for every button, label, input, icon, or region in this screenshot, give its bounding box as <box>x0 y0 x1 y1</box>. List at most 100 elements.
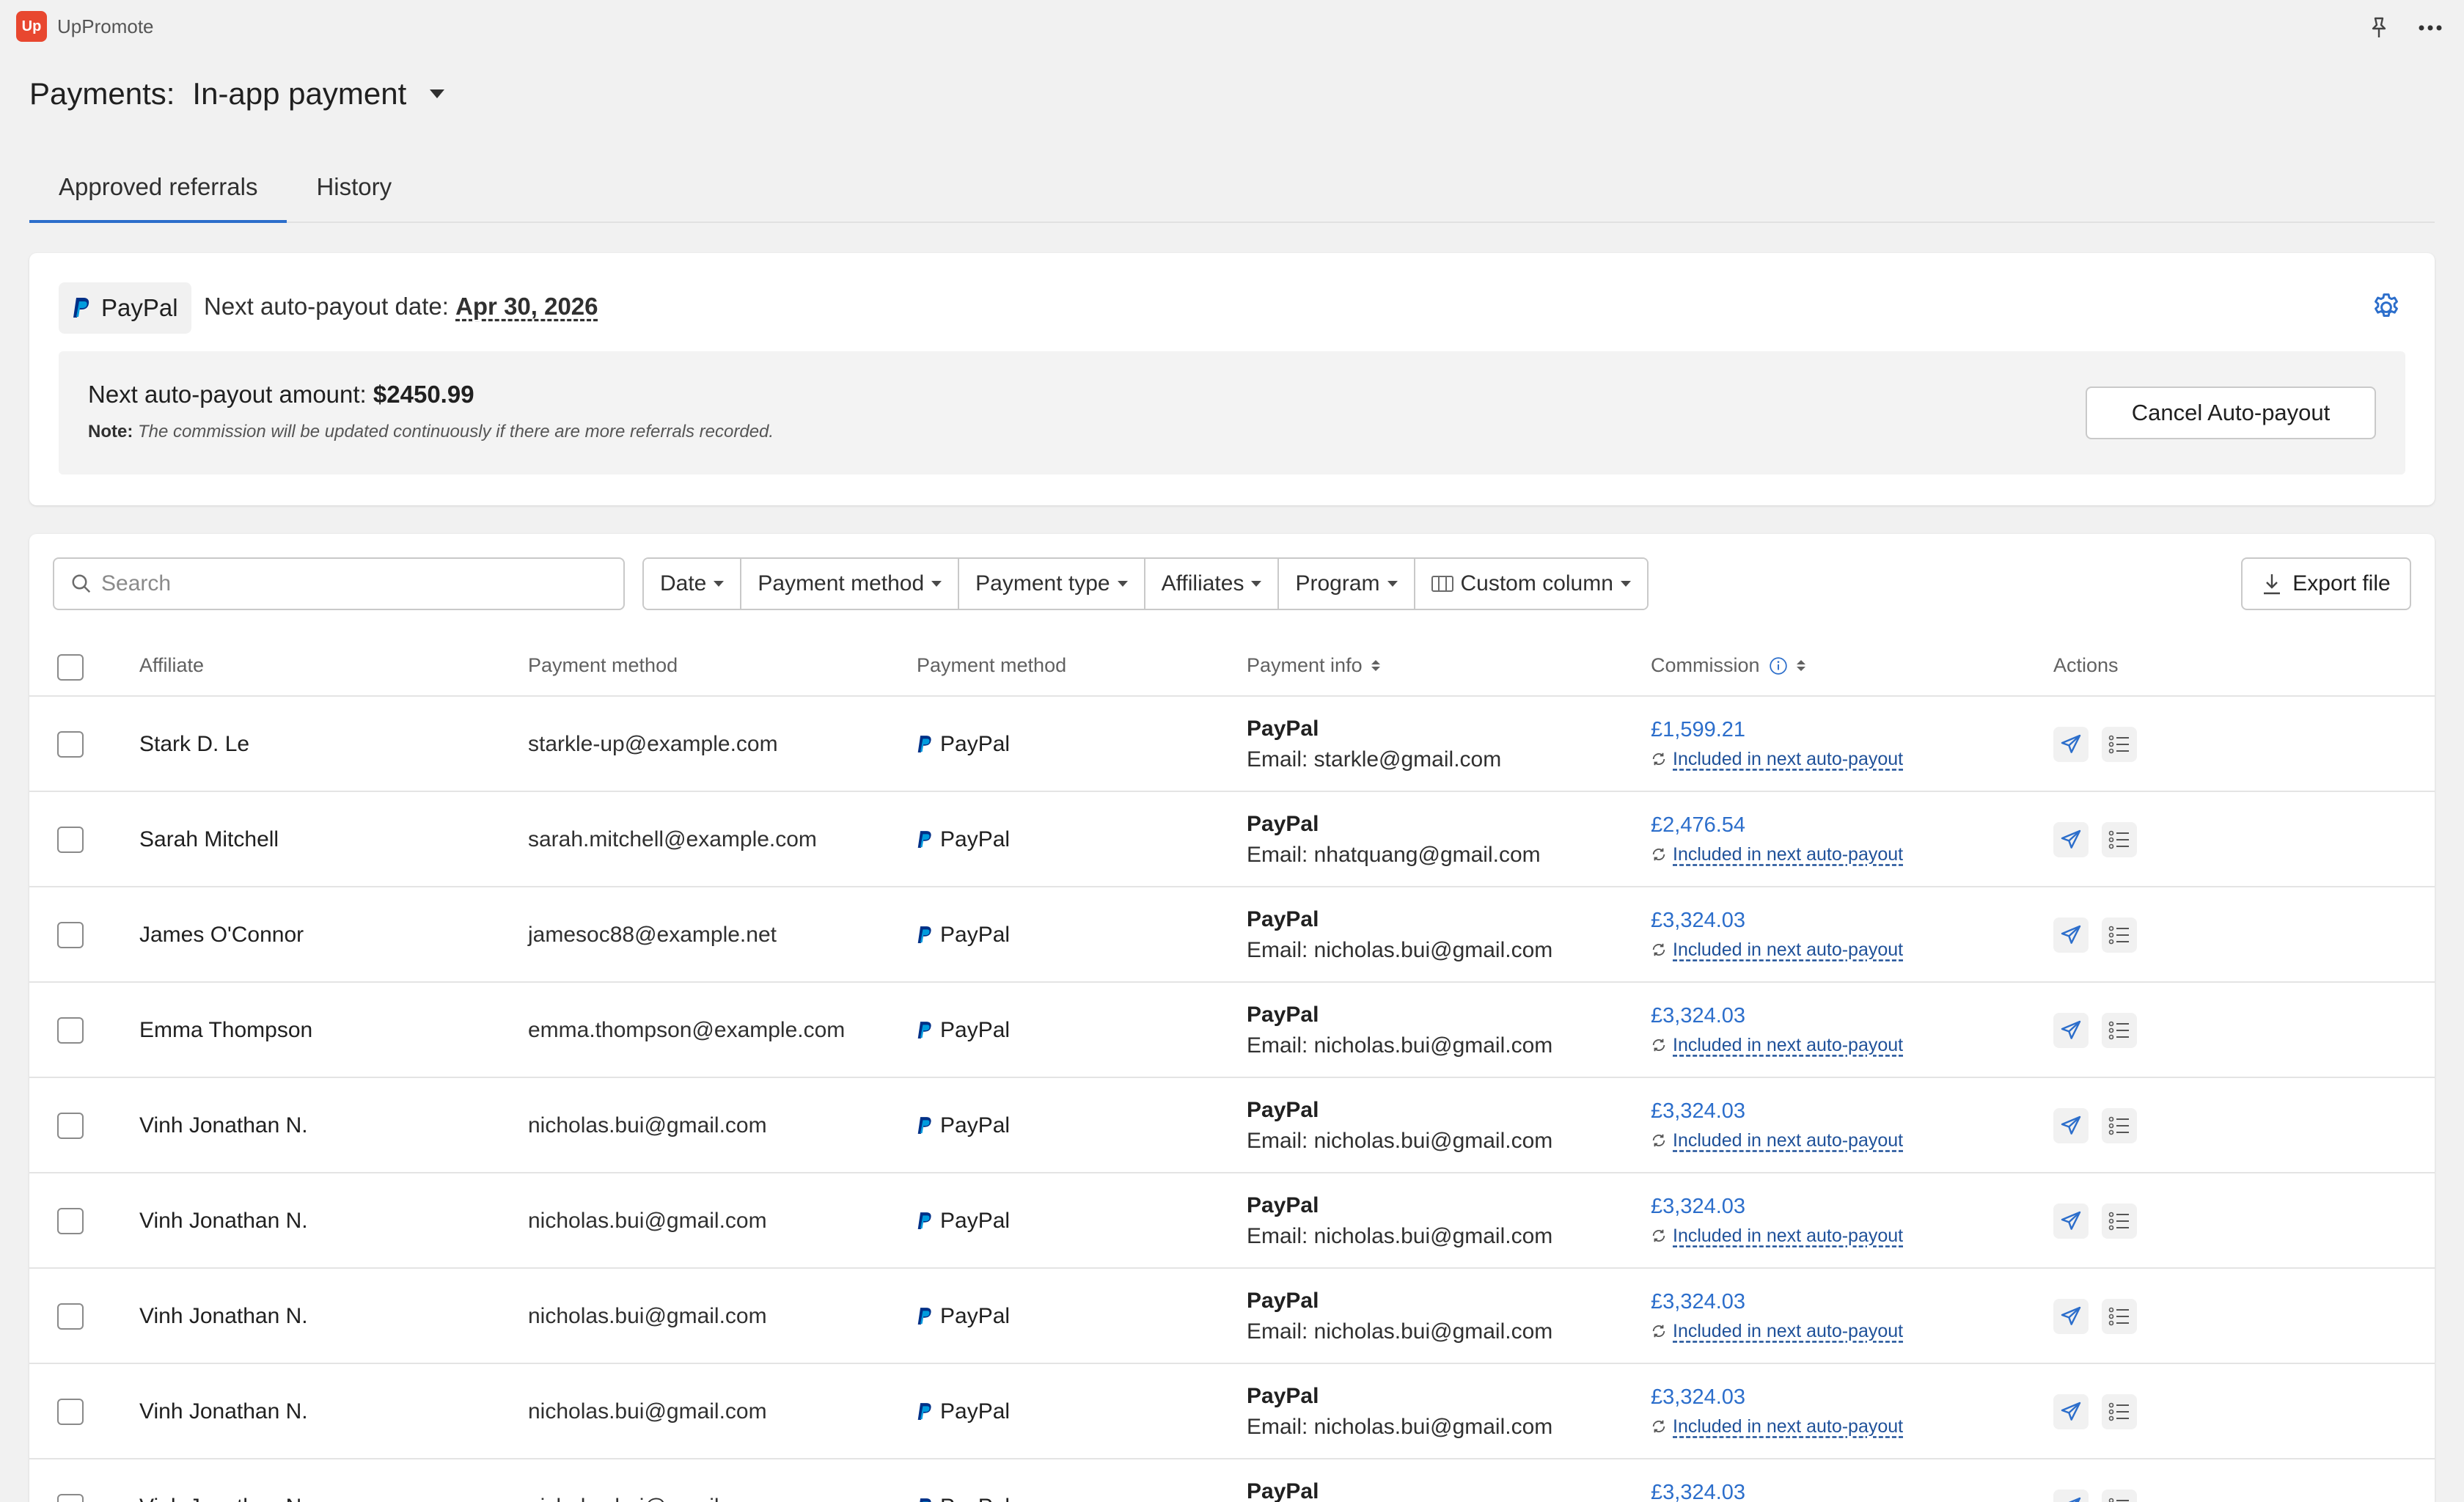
filter-payment-type[interactable]: Payment type <box>959 559 1145 609</box>
payment-info-title: PayPal <box>1247 907 1319 931</box>
payment-method-label: PayPal <box>940 1018 1011 1042</box>
commission-amount[interactable]: £3,324.03 <box>1651 906 1745 935</box>
view-details-button[interactable] <box>2102 727 2137 762</box>
gear-icon[interactable] <box>2370 291 2402 327</box>
pin-icon[interactable] <box>2364 13 2394 43</box>
commission-status[interactable]: Included in next auto-payout <box>1651 840 1903 869</box>
commission-status[interactable]: Included in next auto-payout <box>1651 1412 1903 1441</box>
filter-payment-method[interactable]: Payment method <box>741 559 960 609</box>
sort-icon[interactable] <box>1371 660 1380 671</box>
send-payment-button[interactable] <box>2053 1204 2089 1239</box>
view-details-button[interactable] <box>2102 1394 2137 1429</box>
commission-status[interactable]: Included in next auto-payout <box>1651 935 1903 964</box>
view-details-button[interactable] <box>2102 1490 2137 1502</box>
payment-type-selector[interactable]: In-app payment <box>192 76 406 111</box>
send-payment-button[interactable] <box>2053 1299 2089 1334</box>
table-row: Vinh Jonathan N. nicholas.bui@gmail.com … <box>29 1364 2435 1459</box>
send-payment-button[interactable] <box>2053 1013 2089 1048</box>
row-checkbox[interactable] <box>57 922 84 948</box>
list-icon <box>2108 1212 2129 1231</box>
affiliate-name[interactable]: Sarah Mitchell <box>139 792 279 887</box>
commission-status[interactable]: Included in next auto-payout <box>1651 744 1903 774</box>
view-details-button[interactable] <box>2102 1108 2137 1143</box>
commission-amount[interactable]: £3,324.03 <box>1651 1382 1745 1412</box>
filter-affiliates[interactable]: Affiliates <box>1145 559 1280 609</box>
sort-icon[interactable] <box>1796 660 1805 671</box>
table-row: Vinh Jonathan N. nicholas.bui@gmail.com … <box>29 1173 2435 1269</box>
affiliate-name[interactable]: Vinh Jonathan N. <box>139 1364 308 1459</box>
search-box[interactable] <box>53 557 625 610</box>
row-checkbox[interactable] <box>57 1399 84 1425</box>
export-file-button[interactable]: Export file <box>2241 557 2411 610</box>
commission-amount[interactable]: £3,324.03 <box>1651 1001 1745 1030</box>
commission-status-label: Included in next auto-payout <box>1673 749 1904 769</box>
send-payment-button[interactable] <box>2053 822 2089 857</box>
affiliate-name[interactable]: Vinh Jonathan N. <box>139 1459 308 1502</box>
table-row: Emma Thompson emma.thompson@example.com … <box>29 983 2435 1078</box>
commission-amount[interactable]: £3,324.03 <box>1651 1096 1745 1126</box>
header-payment-info[interactable]: Payment info <box>1247 654 1380 677</box>
filter-date[interactable]: Date <box>644 559 742 609</box>
filter-custom-column[interactable]: Custom column <box>1415 559 1647 609</box>
filter-group: Date Payment method Payment type Affilia… <box>642 557 1649 610</box>
view-details-button[interactable] <box>2102 822 2137 857</box>
next-date-value[interactable]: Apr 30, 2026 <box>455 293 598 320</box>
affiliate-name[interactable]: Stark D. Le <box>139 697 249 792</box>
affiliate-name[interactable]: Vinh Jonathan N. <box>139 1173 308 1269</box>
payment-info-cell: PayPal Email: nicholas.bui@gmail.com <box>1247 1173 1552 1269</box>
row-checkbox[interactable] <box>57 1208 84 1234</box>
row-checkbox[interactable] <box>57 1113 84 1139</box>
view-details-button[interactable] <box>2102 1299 2137 1334</box>
send-payment-button[interactable] <box>2053 917 2089 953</box>
select-all-checkbox[interactable] <box>57 654 84 681</box>
send-payment-button[interactable] <box>2053 727 2089 762</box>
commission-amount[interactable]: £1,599.21 <box>1651 715 1745 744</box>
payment-method-cell: PayPal <box>917 697 1010 792</box>
table-row: James O'Connor jamesoc88@example.net Pay… <box>29 887 2435 983</box>
filter-payment-method-label: Payment method <box>758 571 925 596</box>
affiliate-name[interactable]: James O'Connor <box>139 887 304 983</box>
payout-amount: Next auto-payout amount: $2450.99 <box>88 381 474 409</box>
send-payment-button[interactable] <box>2053 1108 2089 1143</box>
commission-status[interactable]: Included in next auto-payout <box>1651 1316 1903 1346</box>
payment-method-label: PayPal <box>940 1209 1011 1233</box>
affiliate-name[interactable]: Vinh Jonathan N. <box>139 1078 308 1173</box>
commission-amount[interactable]: £2,476.54 <box>1651 810 1745 840</box>
payment-info-title: PayPal <box>1247 1479 1319 1502</box>
commission-amount[interactable]: £3,324.03 <box>1651 1287 1745 1316</box>
more-icon[interactable] <box>2416 13 2445 43</box>
send-payment-button[interactable] <box>2053 1394 2089 1429</box>
commission-status[interactable]: Included in next auto-payout <box>1651 1030 1903 1060</box>
chevron-down-icon[interactable] <box>430 89 445 98</box>
cancel-auto-payout-button[interactable]: Cancel Auto-payout <box>2086 387 2376 439</box>
commission-amount[interactable]: £3,324.03 <box>1651 1192 1745 1221</box>
tab-history[interactable]: History <box>287 163 421 223</box>
amount-value: $2450.99 <box>373 381 474 408</box>
affiliate-name[interactable]: Emma Thompson <box>139 983 312 1078</box>
sync-icon <box>1652 1134 1665 1147</box>
sync-icon <box>1652 1229 1665 1242</box>
commission-cell: £1,599.21 Included in next auto-payout <box>1651 697 1903 792</box>
row-checkbox[interactable] <box>57 731 84 758</box>
commission-status[interactable]: Included in next auto-payout <box>1651 1126 1903 1155</box>
select-all-cell <box>57 654 84 681</box>
tab-approved-referrals[interactable]: Approved referrals <box>29 163 287 223</box>
send-payment-button[interactable] <box>2053 1490 2089 1502</box>
affiliate-name[interactable]: Vinh Jonathan N. <box>139 1269 308 1364</box>
commission-status[interactable]: Included in next auto-payout <box>1651 1221 1903 1250</box>
row-checkbox[interactable] <box>57 1494 84 1502</box>
search-input[interactable] <box>101 571 585 596</box>
view-details-button[interactable] <box>2102 1204 2137 1239</box>
sync-icon <box>1652 943 1665 956</box>
info-icon[interactable] <box>1769 656 1788 675</box>
header-commission[interactable]: Commission <box>1651 654 1805 677</box>
view-details-button[interactable] <box>2102 1013 2137 1048</box>
row-checkbox[interactable] <box>57 1017 84 1044</box>
table-header: Affiliate Payment method Payment method … <box>29 635 2435 697</box>
commission-amount[interactable]: £3,324.03 <box>1651 1478 1745 1502</box>
payment-info-title: PayPal <box>1247 1289 1319 1313</box>
filter-program[interactable]: Program <box>1279 559 1415 609</box>
row-checkbox[interactable] <box>57 1303 84 1330</box>
row-checkbox[interactable] <box>57 827 84 853</box>
view-details-button[interactable] <box>2102 917 2137 953</box>
